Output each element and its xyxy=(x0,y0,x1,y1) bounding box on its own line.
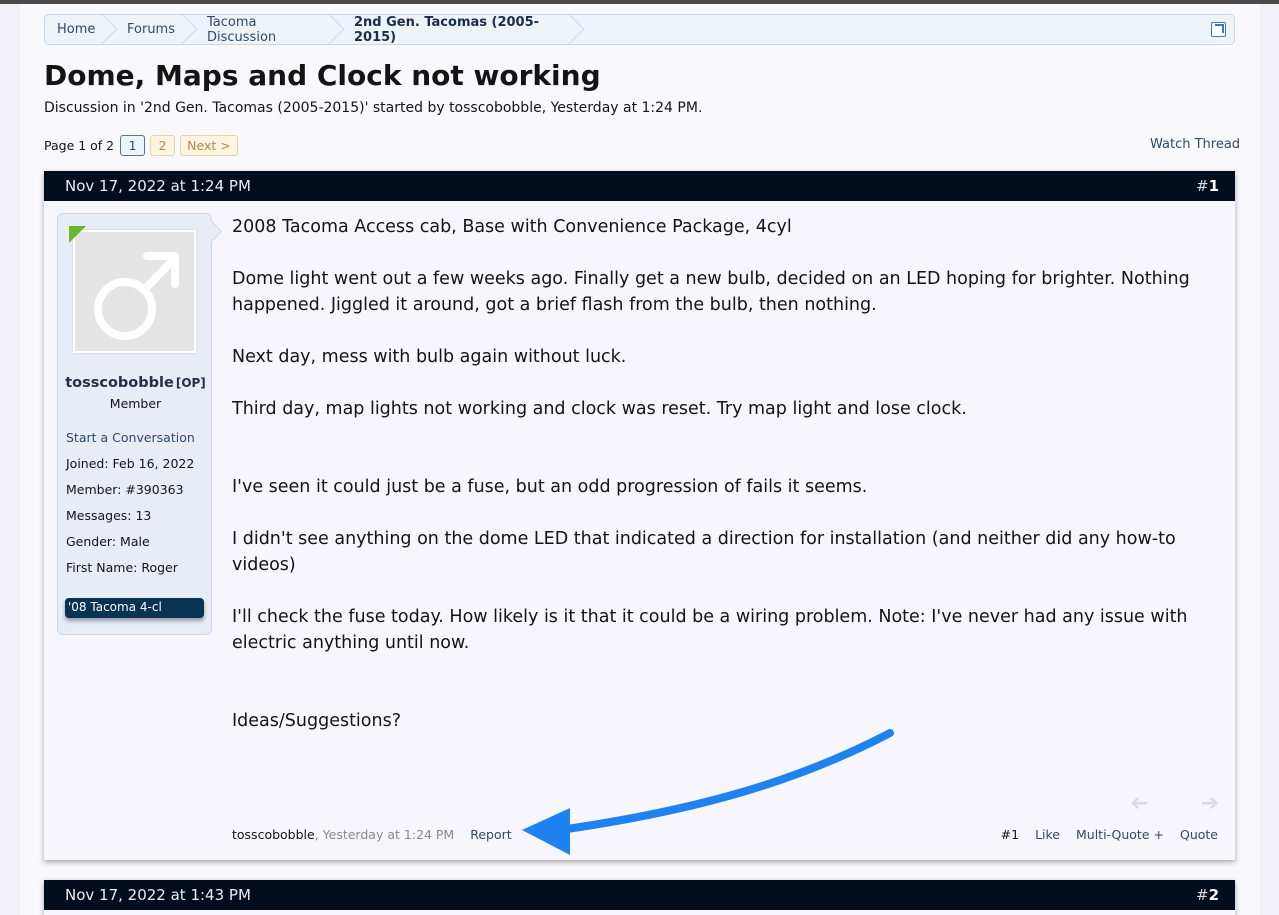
male-symbol-icon xyxy=(94,252,179,340)
post-date: Nov 17, 2022 at 1:24 PM xyxy=(65,177,251,195)
avatar[interactable] xyxy=(73,230,196,353)
post-2: Nov 17, 2022 at 1:43 PM #2 xyxy=(44,880,1235,915)
post-permalink[interactable]: #1 xyxy=(1196,177,1219,195)
page-container: Home Forums Tacoma Discussion 2nd Gen. T… xyxy=(20,4,1260,915)
post-nav-arrows: ➔ ➔ xyxy=(1130,791,1219,816)
message-paragraph: Third day, map lights not working and cl… xyxy=(232,399,967,419)
post-footer-date: , Yesterday at 1:24 PM xyxy=(314,827,455,842)
message-paragraph: I've seen it could just be a fuse, but a… xyxy=(232,477,868,497)
user-info-panel: tosscobobble [OP] Member Start a Conversa… xyxy=(57,213,212,635)
first-name: First Name: Roger xyxy=(66,560,178,575)
post-footer: tosscobobble, Yesterday at 1:24 PM Repor… xyxy=(232,827,512,842)
page-title: Dome, Maps and Clock not working xyxy=(44,59,601,92)
breadcrumb-home[interactable]: Home xyxy=(45,15,115,44)
gender: Gender: Male xyxy=(66,534,150,549)
message-paragraph: 2008 Tacoma Access cab, Base with Conven… xyxy=(232,217,792,237)
quote-link[interactable]: Quote xyxy=(1180,827,1218,842)
user-banner: '08 Tacoma 4-cl xyxy=(65,598,204,618)
username[interactable]: tosscobobble [OP] xyxy=(58,375,213,391)
next-page-button[interactable]: Next > xyxy=(180,134,238,156)
arrow-left-icon[interactable]: ➔ xyxy=(1130,791,1148,816)
message-paragraph: Ideas/Suggestions? xyxy=(232,711,402,731)
member-number: Member: #390363 xyxy=(66,482,184,497)
page-label: Page 1 of 2 xyxy=(44,137,115,153)
online-indicator xyxy=(69,226,86,243)
post-date: Nov 17, 2022 at 1:43 PM xyxy=(65,886,251,904)
post-header: Nov 17, 2022 at 1:24 PM #1 xyxy=(44,171,1235,201)
start-conversation-link[interactable]: Start a Conversation xyxy=(66,430,195,445)
message-paragraph: I'll check the fuse today. How likely is… xyxy=(232,607,1188,653)
arrow-right-icon[interactable]: ➔ xyxy=(1201,793,1219,815)
joined-date: Joined: Feb 16, 2022 xyxy=(66,456,195,471)
message-paragraph: Dome light went out a few weeks ago. Fin… xyxy=(232,269,1190,315)
breadcrumb: Home Forums Tacoma Discussion 2nd Gen. T… xyxy=(44,14,1235,45)
message-paragraph: I didn't see anything on the dome LED th… xyxy=(232,529,1176,575)
breadcrumb-2nd-gen[interactable]: 2nd Gen. Tacomas (2005-2015) xyxy=(342,15,582,45)
post-permalink[interactable]: #2 xyxy=(1196,886,1219,904)
breadcrumb-tacoma-discussion[interactable]: Tacoma Discussion xyxy=(195,15,342,45)
watch-thread-link[interactable]: Watch Thread xyxy=(1150,137,1240,152)
thread-subtitle: Discussion in '2nd Gen. Tacomas (2005-20… xyxy=(44,100,703,116)
post-header: Nov 17, 2022 at 1:43 PM #2 xyxy=(44,880,1235,910)
message-count: Messages: 13 xyxy=(66,508,152,523)
post-controls: #1 Like Multi-Quote + Quote xyxy=(1001,827,1218,842)
post-message: 2008 Tacoma Access cab, Base with Conven… xyxy=(232,214,1202,760)
user-title: Member xyxy=(109,396,162,411)
message-paragraph: Next day, mess with bulb again without l… xyxy=(232,347,627,367)
page-1-button[interactable]: 1 xyxy=(120,134,146,156)
like-link[interactable]: Like xyxy=(1035,827,1060,842)
page-2-button[interactable]: 2 xyxy=(150,134,176,156)
multi-quote-link[interactable]: Multi-Quote + xyxy=(1076,827,1164,842)
post-number-link[interactable]: #1 xyxy=(1001,827,1019,842)
op-badge: [OP] xyxy=(175,376,206,390)
page-navigation: Page 1 of 2 1 2 Next > xyxy=(44,134,243,156)
report-link[interactable]: Report xyxy=(470,827,511,842)
post-1: Nov 17, 2022 at 1:24 PM #1 tosscobobble[… xyxy=(44,171,1235,860)
external-link-icon[interactable] xyxy=(1211,22,1226,37)
breadcrumb-forums[interactable]: Forums xyxy=(115,15,195,44)
post-author-link[interactable]: tosscobobble xyxy=(232,827,315,842)
